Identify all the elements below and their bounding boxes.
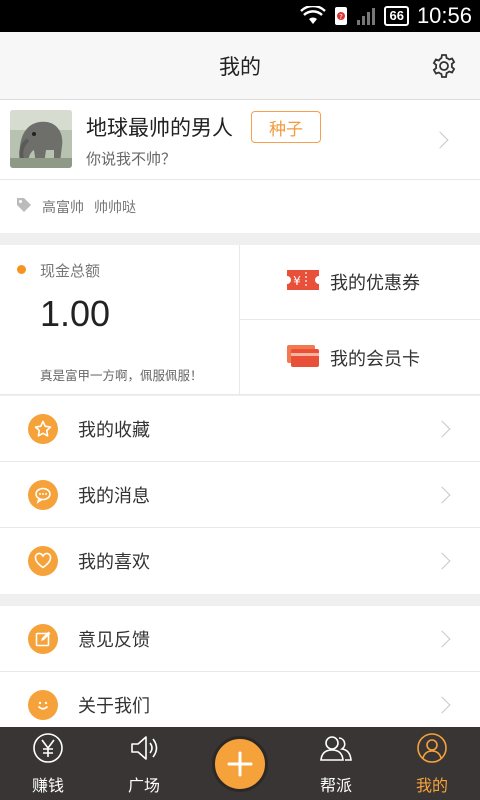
cash-balance[interactable]: 现金总额 1.00 真是富甲一方啊，佩服佩服！ [0, 245, 240, 395]
chat-icon [28, 479, 58, 510]
user-signature: 你说我不帅？ [86, 150, 177, 168]
chevron-right-icon [433, 420, 451, 438]
dot-icon [17, 265, 26, 274]
heart-icon [28, 546, 58, 576]
menu-item-messages[interactable]: 我的消息 [0, 462, 480, 528]
svg-text:?: ? [340, 13, 344, 21]
page-title: 我的 [219, 54, 261, 79]
menu-item-label: 我的喜欢 [78, 552, 150, 573]
status-bar: ? 66 10:56 [0, 0, 480, 32]
user-icon [416, 732, 448, 768]
tab-gang[interactable]: 帮派 [288, 727, 384, 800]
tab-earn[interactable]: 赚钱 [0, 727, 96, 800]
menu-item-label: 意见反馈 [78, 629, 150, 651]
username: 地球最帅的男人 [86, 116, 233, 140]
sim-alert-icon: ? [334, 6, 348, 26]
gear-icon[interactable] [430, 52, 458, 80]
clock: 10:56 [416, 3, 472, 28]
svg-text:¥: ¥ [293, 274, 301, 288]
chevron-right-icon [433, 552, 451, 570]
chevron-right-icon [431, 131, 449, 149]
coupons-label: 我的优惠券 [330, 273, 420, 294]
tab-label: 广场 [127, 775, 160, 795]
tab-add[interactable] [192, 727, 288, 800]
tab-square[interactable]: 广场 [96, 727, 192, 800]
member-card-label: 我的会员卡 [330, 348, 420, 370]
menu-item-label: 我的收藏 [78, 419, 150, 441]
level-badge: 种子 [251, 111, 321, 143]
chevron-right-icon [433, 630, 451, 648]
plus-icon[interactable] [212, 735, 268, 792]
speaker-icon [128, 732, 160, 768]
coupon-icon: ¥ [286, 267, 320, 297]
menu-item-label: 我的消息 [78, 485, 150, 507]
star-icon [28, 413, 58, 444]
tag-item: 高富帅 [42, 199, 84, 216]
card-icon [286, 343, 320, 373]
wifi-icon [300, 6, 327, 26]
tag-icon [16, 197, 32, 217]
tab-label: 赚钱 [31, 775, 64, 795]
chevron-right-icon [433, 696, 451, 714]
tag-item: 帅帅哒 [94, 199, 136, 216]
user-tags: 高富帅 帅帅哒 [0, 180, 480, 233]
menu-item-about[interactable]: 关于我们 [0, 672, 480, 727]
cash-label: 现金总额 [40, 262, 101, 280]
smile-icon [28, 690, 58, 720]
menu-group-secondary: 意见反馈 关于我们 [0, 606, 480, 727]
menu-group-primary: 我的收藏 我的消息 我的喜欢 [0, 396, 480, 594]
edit-icon [28, 623, 58, 654]
menu-item-feedback[interactable]: 意见反馈 [0, 606, 480, 672]
member-card-button[interactable]: 我的会员卡 [240, 320, 480, 395]
battery-indicator: 66 [384, 6, 409, 26]
yen-icon [32, 732, 64, 768]
profile-card[interactable]: 地球最帅的男人 种子 你说我不帅？ [0, 100, 480, 180]
menu-item-label: 关于我们 [78, 696, 150, 717]
cash-note: 真是富甲一方啊，佩服佩服！ [40, 368, 203, 383]
bottom-tab-bar: 赚钱 广场 帮派 我的 [0, 727, 480, 800]
menu-item-favorites[interactable]: 我的收藏 [0, 396, 480, 462]
avatar[interactable] [10, 110, 72, 168]
chevron-right-icon [433, 486, 451, 504]
wallet-section: 现金总额 1.00 真是富甲一方啊，佩服佩服！ ¥ 我的优惠券 我的会员卡 [0, 245, 480, 395]
tab-label: 帮派 [319, 775, 352, 795]
tab-mine[interactable]: 我的 [384, 727, 480, 800]
cash-amount: 1.00 [40, 293, 111, 334]
tab-label: 我的 [415, 775, 448, 795]
app-header: 我的 [0, 32, 480, 100]
menu-item-likes[interactable]: 我的喜欢 [0, 528, 480, 594]
group-icon [319, 732, 353, 768]
signal-icon [356, 6, 376, 26]
coupons-button[interactable]: ¥ 我的优惠券 [240, 245, 480, 320]
